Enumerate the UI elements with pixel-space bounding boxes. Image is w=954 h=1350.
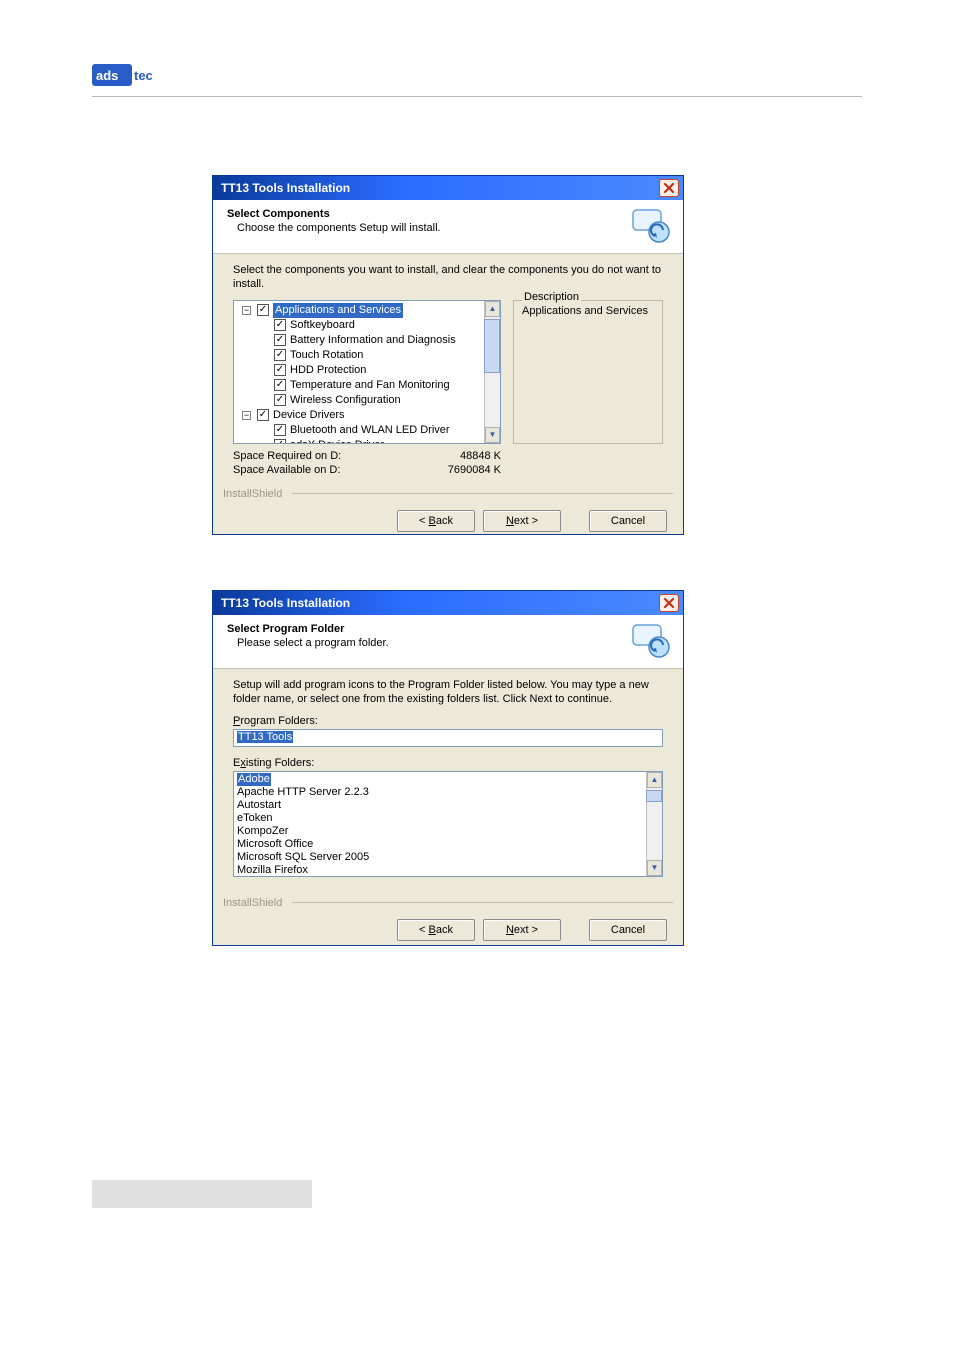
tree-item[interactable]: Battery Information and Diagnosis xyxy=(290,333,456,348)
select-components-dialog: TT13 Tools Installation Select Component… xyxy=(212,175,684,535)
adstec-logo: ads tec xyxy=(92,64,174,86)
cancel-button[interactable]: Cancel xyxy=(589,510,667,532)
scrollbar[interactable]: ▲ ▼ xyxy=(646,772,662,876)
header-title: Select Components xyxy=(227,208,669,220)
space-available-value: 7690084 K xyxy=(448,464,501,476)
scroll-thumb[interactable] xyxy=(646,790,662,802)
checkbox[interactable] xyxy=(274,439,286,444)
description-box: Description Applications and Services xyxy=(513,300,663,444)
existing-folders-label: Existing Folders: xyxy=(233,757,663,769)
scroll-up-icon[interactable]: ▲ xyxy=(485,301,500,317)
close-icon[interactable] xyxy=(659,179,679,197)
program-folder-input[interactable]: TT13 Tools xyxy=(233,729,663,747)
existing-folders-list[interactable]: Adobe Apache HTTP Server 2.2.3 Autostart… xyxy=(233,771,663,877)
setup-icon xyxy=(629,204,673,248)
page-footer-bar xyxy=(92,1180,312,1208)
titlebar[interactable]: TT13 Tools Installation xyxy=(213,176,683,200)
tree-root[interactable]: Device Drivers xyxy=(273,408,345,423)
scrollbar[interactable]: ▲ ▼ xyxy=(484,301,500,443)
header-panel: Select Components Choose the components … xyxy=(213,200,683,254)
list-item[interactable]: Autostart xyxy=(237,799,643,812)
list-item[interactable]: eToken xyxy=(237,812,643,825)
header-title: Select Program Folder xyxy=(227,623,669,635)
checkbox[interactable] xyxy=(257,409,269,421)
installshield-label: InstallShield xyxy=(213,897,683,909)
checkbox[interactable] xyxy=(274,364,286,376)
checkbox[interactable] xyxy=(274,394,286,406)
list-item[interactable]: Microsoft SQL Server 2005 xyxy=(237,851,643,864)
checkbox[interactable] xyxy=(274,349,286,361)
svg-text:tec: tec xyxy=(134,68,153,83)
next-button[interactable]: Next > xyxy=(483,510,561,532)
space-required-value: 48848 K xyxy=(460,450,501,462)
program-folders-label: Program Folders: xyxy=(233,715,663,727)
tree-item[interactable]: Softkeyboard xyxy=(290,318,355,333)
checkbox[interactable] xyxy=(274,334,286,346)
tree-item[interactable]: HDD Protection xyxy=(290,363,366,378)
list-item[interactable]: Microsoft Office xyxy=(237,838,643,851)
collapse-icon[interactable]: − xyxy=(242,306,251,315)
scroll-thumb[interactable] xyxy=(484,319,500,373)
scroll-down-icon[interactable]: ▼ xyxy=(647,860,662,876)
header-subtitle: Choose the components Setup will install… xyxy=(227,222,669,234)
tree-item[interactable]: Temperature and Fan Monitoring xyxy=(290,378,450,393)
tree-item[interactable]: adsX Device Driver xyxy=(290,438,384,444)
checkbox[interactable] xyxy=(274,379,286,391)
description-label: Description xyxy=(522,291,581,303)
dialog-title: TT13 Tools Installation xyxy=(221,596,350,610)
setup-icon xyxy=(629,619,673,663)
list-item[interactable]: KompoZer xyxy=(237,825,643,838)
collapse-icon[interactable]: − xyxy=(242,411,251,420)
titlebar[interactable]: TT13 Tools Installation xyxy=(213,591,683,615)
list-item[interactable]: Adobe xyxy=(237,773,271,786)
header-subtitle: Please select a program folder. xyxy=(227,637,669,649)
checkbox[interactable] xyxy=(274,424,286,436)
space-required-label: Space Required on D: xyxy=(233,450,341,462)
instruction-text: Select the components you want to instal… xyxy=(233,264,663,292)
next-button[interactable]: Next > xyxy=(483,919,561,941)
list-item[interactable]: Mozilla Firefox xyxy=(237,864,643,877)
checkbox[interactable] xyxy=(257,304,269,316)
list-item[interactable]: Apache HTTP Server 2.2.3 xyxy=(237,786,643,799)
scroll-up-icon[interactable]: ▲ xyxy=(647,772,662,788)
back-button[interactable]: < Back xyxy=(397,510,475,532)
tree-item[interactable]: Bluetooth and WLAN LED Driver xyxy=(290,423,450,438)
dialog-title: TT13 Tools Installation xyxy=(221,181,350,195)
tree-item[interactable]: Wireless Configuration xyxy=(290,393,401,408)
space-available-label: Space Available on D: xyxy=(233,464,340,476)
cancel-button[interactable]: Cancel xyxy=(589,919,667,941)
components-tree[interactable]: − Applications and Services Softkeyboard… xyxy=(233,300,501,444)
checkbox[interactable] xyxy=(274,319,286,331)
instruction-text: Setup will add program icons to the Prog… xyxy=(233,679,663,707)
select-program-folder-dialog: TT13 Tools Installation Select Program F… xyxy=(212,590,684,946)
header-rule xyxy=(92,96,862,97)
tree-item[interactable]: Touch Rotation xyxy=(290,348,363,363)
description-text: Applications and Services xyxy=(522,305,654,317)
scroll-down-icon[interactable]: ▼ xyxy=(485,427,500,443)
header-panel: Select Program Folder Please select a pr… xyxy=(213,615,683,669)
svg-text:ads: ads xyxy=(96,68,118,83)
close-icon[interactable] xyxy=(659,594,679,612)
back-button[interactable]: < Back xyxy=(397,919,475,941)
tree-root[interactable]: Applications and Services xyxy=(273,303,403,318)
installshield-label: InstallShield xyxy=(213,488,683,500)
